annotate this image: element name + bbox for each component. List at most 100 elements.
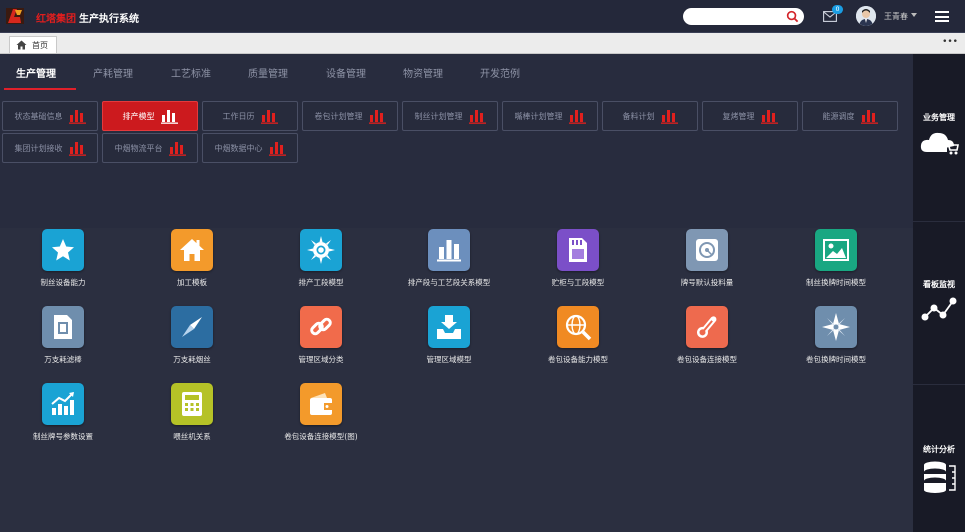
sidebar-item-business[interactable]: 业务管理 xyxy=(913,112,965,156)
sd-card-icon xyxy=(557,229,599,271)
bar-chart-icon xyxy=(428,229,470,271)
tab-materials[interactable]: 物资管理 xyxy=(403,65,443,80)
bar-chart-icon xyxy=(68,141,86,156)
sub-button-group-plan[interactable]: 集团计划接收 xyxy=(2,133,98,163)
sub-button-redrying[interactable]: 复烤管理 xyxy=(702,101,798,131)
sub-button-label: 备料计划 xyxy=(622,111,655,121)
module-tile[interactable]: 万支耗滤棒 xyxy=(0,306,128,365)
module-label: 卷包设备连接模型 xyxy=(677,355,737,364)
tab-quality[interactable]: 质量管理 xyxy=(248,65,288,80)
module-grid: 制丝设备能力 加工模板 排产工段模型 排产段与工艺段关系模型 贮柜与工段模型 牌… xyxy=(0,228,913,532)
username[interactable]: 王青春 xyxy=(884,11,908,22)
bar-chart-icon xyxy=(660,109,678,124)
wallet-icon xyxy=(300,383,342,425)
system-name: 生产执行系统 xyxy=(79,14,139,25)
module-tile[interactable]: 加工模板 xyxy=(127,229,257,288)
tab-consumption[interactable]: 产耗管理 xyxy=(93,65,133,80)
sub-button-scheduling-model[interactable]: 排产模型 xyxy=(102,101,198,131)
company-name: 红塔集团 xyxy=(36,14,76,25)
more-options-icon[interactable]: ••• xyxy=(942,37,958,47)
module-label: 万支耗烟丝 xyxy=(173,355,211,364)
sub-button-primary-plan[interactable]: 制丝计划管理 xyxy=(402,101,498,131)
search-icon[interactable] xyxy=(786,10,799,23)
sidebar-item-board[interactable]: 看板监视 xyxy=(913,279,965,323)
sub-button-work-calendar[interactable]: 工作日历 xyxy=(202,101,298,131)
sub-button-status-info[interactable]: 状态基础信息 xyxy=(2,101,98,131)
module-tile[interactable]: 制丝牌号参数设置 xyxy=(0,383,128,442)
sub-button-material-plan[interactable]: 备料计划 xyxy=(602,101,698,131)
module-tile[interactable]: 排产工段模型 xyxy=(256,229,386,288)
thermometer-icon xyxy=(686,306,728,348)
module-tile[interactable]: 制丝换牌时间模型 xyxy=(771,229,901,288)
bar-chart-icon xyxy=(268,141,286,156)
tab-production[interactable]: 生产管理 xyxy=(16,65,56,80)
page-tab-strip: 首页 ••• xyxy=(0,33,965,54)
sub-button-label: 状态基础信息 xyxy=(14,111,63,121)
link-icon xyxy=(300,306,342,348)
search-input[interactable] xyxy=(683,8,804,25)
module-tile[interactable]: 卷包设备能力模型 xyxy=(513,306,643,365)
module-tile[interactable]: 牌号默认投料量 xyxy=(642,229,772,288)
sub-button-data-center[interactable]: 中烟数据中心 xyxy=(202,133,298,163)
bar-chart-icon xyxy=(68,109,86,124)
module-tile[interactable]: 管理区域模型 xyxy=(384,306,514,365)
module-label: 制丝牌号参数设置 xyxy=(33,432,93,441)
sub-button-energy-dispatch[interactable]: 能源调度 xyxy=(802,101,898,131)
active-tab-indicator xyxy=(4,88,76,90)
right-sidebar: 业务管理 看板监视 统计分析 xyxy=(913,54,965,532)
tab-home-label: 首页 xyxy=(32,40,48,50)
hamburger-menu-icon[interactable] xyxy=(935,11,949,22)
top-bar: 红塔集团 生产执行系统 0 王青春 xyxy=(0,0,965,33)
module-label: 卷包换牌时间模型 xyxy=(806,355,866,364)
company-logo-icon xyxy=(6,8,24,24)
module-tile[interactable]: 贮柜与工段模型 xyxy=(513,229,643,288)
rising-chart-icon xyxy=(42,383,84,425)
avatar[interactable] xyxy=(856,6,876,26)
home-icon xyxy=(171,229,213,271)
sidebar-divider xyxy=(913,384,965,385)
sim-card-icon xyxy=(42,306,84,348)
sidebar-item-stats[interactable]: 统计分析 xyxy=(913,444,965,494)
bar-chart-icon xyxy=(468,109,486,124)
globe-search-icon xyxy=(557,306,599,348)
sub-button-packing-plan[interactable]: 卷包计划管理 xyxy=(302,101,398,131)
module-tile[interactable]: 制丝设备能力 xyxy=(0,229,128,288)
sub-button-label: 复烤管理 xyxy=(722,111,755,121)
gear-burst-icon xyxy=(300,229,342,271)
module-label: 贮柜与工段模型 xyxy=(551,278,605,287)
module-label: 万支耗滤棒 xyxy=(44,355,82,364)
tab-dev-examples[interactable]: 开发范例 xyxy=(480,65,520,80)
star-icon xyxy=(42,229,84,271)
cloud-cart-icon xyxy=(920,132,959,155)
sub-button-label: 工作日历 xyxy=(222,111,255,121)
sub-button-filter-rod-plan[interactable]: 嘴棒计划管理 xyxy=(502,101,598,131)
module-tile[interactable]: 卷包设备连接模型(图) xyxy=(256,383,386,442)
module-tile[interactable]: 排产段与工艺段关系模型 xyxy=(384,229,514,288)
sub-button-label: 制丝计划管理 xyxy=(414,111,463,121)
database-icon xyxy=(924,461,956,493)
module-tile[interactable]: 卷包设备连接模型 xyxy=(642,306,772,365)
module-tile[interactable]: 喂丝机关系 xyxy=(127,383,257,442)
module-label: 卷包设备连接模型(图) xyxy=(284,432,358,441)
chevron-down-icon[interactable] xyxy=(911,13,917,17)
calculator-icon xyxy=(171,383,213,425)
module-tile[interactable]: 万支耗烟丝 xyxy=(127,306,257,365)
tab-process-standard[interactable]: 工艺标准 xyxy=(171,65,211,80)
sidebar-divider xyxy=(913,221,965,222)
sub-button-label: 卷包计划管理 xyxy=(314,111,363,121)
sub-button-label: 中烟数据中心 xyxy=(214,143,263,153)
module-label: 排产段与工艺段关系模型 xyxy=(407,278,491,287)
bar-chart-icon xyxy=(160,109,178,124)
tab-equipment[interactable]: 设备管理 xyxy=(326,65,366,80)
sub-button-logistics-platform[interactable]: 中烟物流平台 xyxy=(102,133,198,163)
user-photo-icon xyxy=(856,6,876,26)
image-icon xyxy=(815,229,857,271)
module-tile[interactable]: 卷包换牌时间模型 xyxy=(771,306,901,365)
tab-home[interactable]: 首页 xyxy=(9,36,57,53)
sub-button-label: 嘴棒计划管理 xyxy=(514,111,563,121)
bar-chart-icon xyxy=(760,109,778,124)
module-label: 管理区域模型 xyxy=(426,355,472,364)
sub-button-label: 集团计划接收 xyxy=(14,143,63,153)
module-tile[interactable]: 管理区域分类 xyxy=(256,306,386,365)
inbox-download-icon xyxy=(428,306,470,348)
